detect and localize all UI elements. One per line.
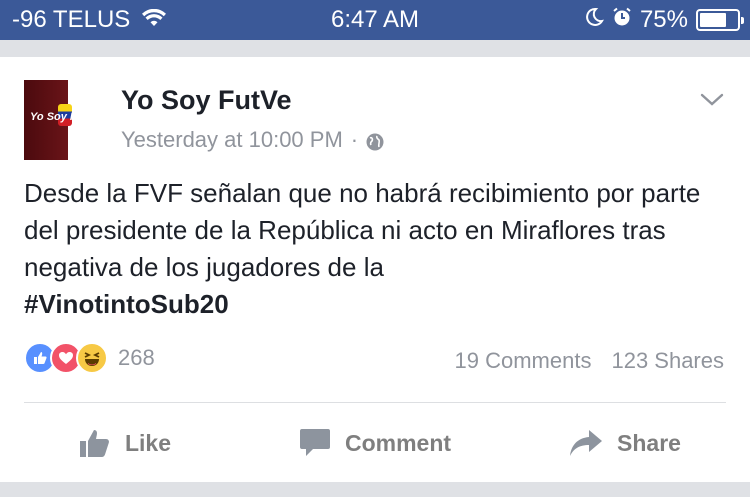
share-arrow-icon — [569, 429, 603, 457]
post-body: Desde la FVF señalan que no habrá recibi… — [24, 175, 724, 323]
battery-icon — [696, 9, 744, 31]
comment-button[interactable]: Comment — [250, 415, 500, 471]
divider — [24, 402, 726, 403]
status-right: 75% — [584, 6, 744, 34]
share-label: Share — [617, 429, 681, 456]
post-body-text: Desde la FVF señalan que no habrá recibi… — [24, 178, 701, 282]
comment-icon — [299, 428, 331, 458]
like-button[interactable]: Like — [0, 415, 250, 471]
post-card: Yo Soy FutVe Yo Soy FutVe Yesterday at 1… — [0, 57, 750, 482]
hashtag-link[interactable]: #VinotintoSub20 — [24, 289, 229, 319]
reaction-count: 268 — [118, 345, 155, 370]
comments-count-link[interactable]: 19 Comments — [455, 348, 592, 374]
post-options-chevron-icon[interactable] — [700, 93, 724, 107]
comment-label: Comment — [344, 429, 452, 456]
engagement-counts: 19 Comments 123 Shares — [455, 348, 724, 374]
moon-icon — [584, 6, 604, 34]
post-timestamp[interactable]: Yesterday at 10:00 PM · — [121, 127, 384, 153]
like-label: Like — [124, 429, 172, 456]
reactions-summary[interactable]: 268 — [24, 342, 155, 374]
share-button[interactable]: Share — [500, 415, 750, 471]
globe-icon — [366, 131, 384, 151]
haha-reaction-icon — [76, 342, 108, 374]
page-name[interactable]: Yo Soy FutVe — [121, 85, 292, 116]
battery-percent: 75% — [639, 6, 688, 33]
timestamp-text: Yesterday at 10:00 PM — [121, 127, 343, 152]
alarm-icon — [612, 6, 632, 34]
status-bar: -96 TELUS 6:47 AM 75% — [0, 0, 750, 40]
avatar-logo-text: Yo Soy FutVe — [30, 111, 101, 123]
thumbs-up-icon — [79, 428, 111, 458]
timestamp-separator: · — [350, 127, 359, 152]
action-bar: Like Comment Share — [0, 415, 750, 471]
page-avatar[interactable]: Yo Soy FutVe — [24, 80, 104, 160]
battery-fill — [700, 13, 726, 27]
shares-count-link[interactable]: 123 Shares — [611, 348, 724, 374]
